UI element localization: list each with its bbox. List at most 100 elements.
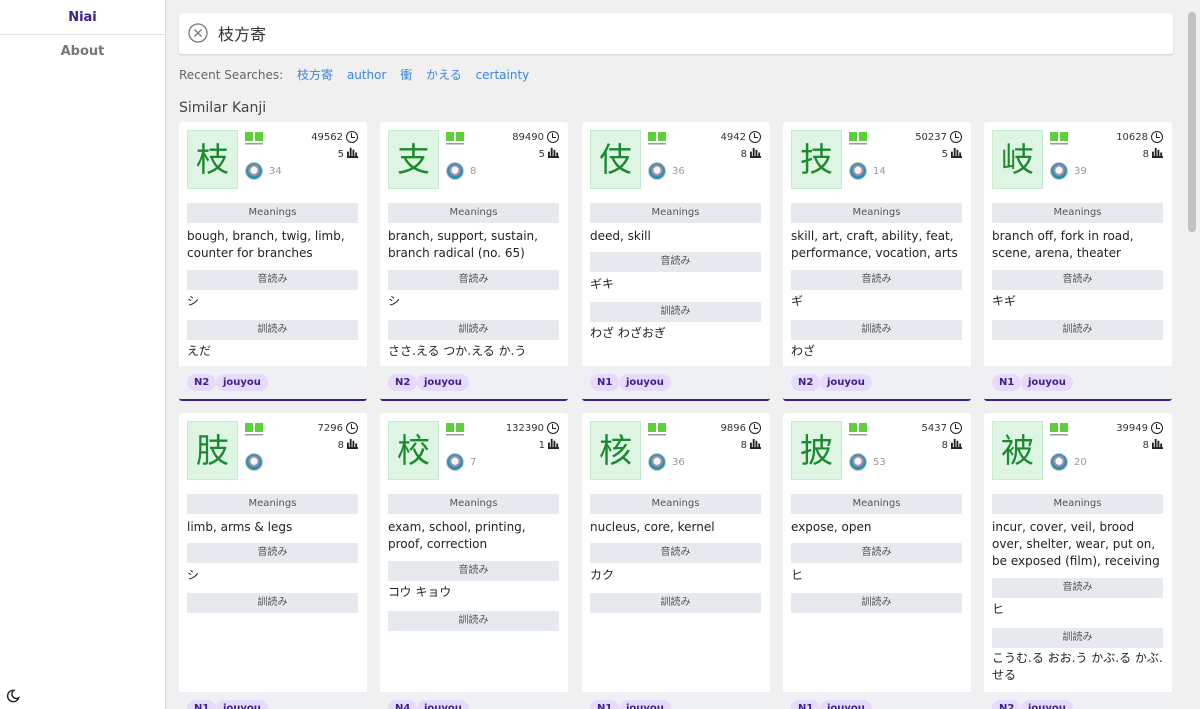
onyomi-text: コウ キョウ [388,585,452,599]
dictionary-book-icon[interactable] [446,422,464,436]
kanji-character[interactable]: 肢 [187,421,238,480]
jlpt-badge[interactable]: N1 [590,374,620,391]
recent-search-link[interactable]: 枝方寄 [297,68,333,82]
jlpt-badge[interactable]: N2 [992,700,1022,709]
dictionary-book-icon[interactable] [648,422,666,436]
clock-icon [1151,131,1163,143]
jouyou-badge[interactable]: jouyou [417,374,469,391]
kanji-card[interactable]: 校 7 132390 1 Meanings exam, school, printing,… [380,413,568,709]
kanji-character[interactable]: 伎 [590,130,641,189]
kanji-character[interactable]: 岐 [992,130,1043,189]
kanji-card[interactable]: 支 8 89490 5 Meanings branch, support, sustain… [380,122,568,401]
kanji-character[interactable]: 被 [992,421,1043,480]
search-input[interactable] [218,21,1118,45]
frequency-value: 7296 [317,422,343,434]
dictionary-book-icon[interactable] [245,131,263,145]
jouyou-badge[interactable]: jouyou [216,374,268,391]
scrollbar[interactable] [1184,0,1200,709]
card-tags: N2 jouyou [783,366,971,399]
jlpt-badge[interactable]: N2 [791,374,821,391]
jouyou-badge[interactable]: jouyou [619,374,671,391]
main-content: Recent Searches: 枝方寄 author 衝 かえる certai… [166,0,1184,709]
meanings-text: skill, art, craft, ability, feat, perfor… [791,229,958,260]
dictionary-book-icon[interactable] [1050,422,1068,436]
meanings-text: exam, school, printing, proof, correctio… [388,520,526,551]
recent-search-link[interactable]: author [347,68,387,82]
meanings-text: branch off, fork in road, scene, arena, … [992,229,1134,260]
kanji-card[interactable]: 披 53 5437 8 Meanings expose, open 音読みヒ訓読み N1 jou… [783,413,971,709]
clock-icon [950,422,962,434]
onyomi-header: 音読み [187,543,358,563]
section-title: Similar Kanji [179,100,267,116]
meanings-header: Meanings [187,494,358,514]
jlpt-badge[interactable]: N1 [992,374,1022,391]
jlpt-badge[interactable]: N1 [791,700,821,709]
stroke-count: 5 [338,147,358,161]
kunyomi-text: ささ.える つか.える か.う [388,344,527,358]
kanji-card[interactable]: 岐 39 10628 8 Meanings branch off, fork in roa… [984,122,1172,401]
stroke-count-value: 8 [941,439,948,451]
avatar [849,162,867,180]
stroke-count-value: 8 [1142,148,1149,160]
dictionary-book-icon[interactable] [446,131,464,145]
jlpt-badge[interactable]: N4 [388,700,418,709]
dictionary-book-icon[interactable] [648,131,666,145]
brand-link[interactable]: Niai [0,0,165,35]
kunyomi-header: 訓読み [992,628,1163,648]
stroke-count: 8 [741,438,761,452]
kanji-character[interactable]: 核 [590,421,641,480]
dictionary-book-icon[interactable] [245,422,263,436]
onyomi-header: 音読み [992,270,1163,290]
frequency-rank: 9896 [721,422,761,434]
recent-search-link[interactable]: かえる [426,68,462,82]
search-bar [179,13,1173,54]
recent-search-link[interactable]: certainty [476,68,530,82]
kanji-character[interactable]: 技 [791,130,842,189]
jlpt-badge[interactable]: N2 [388,374,418,391]
jouyou-badge[interactable]: jouyou [1021,374,1073,391]
kanji-card[interactable]: 核 36 9896 8 Meanings nucleus, core, kernel 音読み… [582,413,770,709]
jouyou-badge[interactable]: jouyou [417,700,469,709]
kanji-card[interactable]: 技 14 50237 5 Meanings skill, art, craft, abil… [783,122,971,401]
stroke-count-value: 5 [337,148,344,160]
kanji-card[interactable]: 枝 34 49562 5 Meanings bough, branch, twig, li… [179,122,367,401]
jlpt-badge[interactable]: N1 [590,700,620,709]
kanji-card[interactable]: 肢 7296 8 Meanings limb, arms & legs 音読みシ訓読み N1… [179,413,367,709]
grade-count: 39 [1074,166,1087,177]
dictionary-book-icon[interactable] [849,422,867,436]
stroke-order-icon [951,147,962,161]
jlpt-badge[interactable]: N2 [187,374,217,391]
jlpt-badge[interactable]: N1 [187,700,217,709]
recent-search-link[interactable]: 衝 [400,68,412,82]
kanji-card[interactable]: 被 20 39949 8 Meanings incur, cover, veil, bro… [984,413,1172,709]
dictionary-book-icon[interactable] [849,131,867,145]
theme-toggle-icon[interactable] [6,689,20,703]
nav-about-link[interactable]: About [0,35,165,69]
jouyou-badge[interactable]: jouyou [619,700,671,709]
avatar [1050,453,1068,471]
frequency-rank: 132390 [506,422,559,434]
jouyou-badge[interactable]: jouyou [216,700,268,709]
meanings-text: nucleus, core, kernel [590,520,715,534]
card-tags: N1 jouyou [783,692,971,709]
stroke-order-icon [548,438,559,452]
meanings-header: Meanings [388,203,559,223]
clear-search-icon[interactable] [188,23,208,43]
dictionary-book-icon[interactable] [1050,131,1068,145]
kanji-character[interactable]: 支 [388,130,439,189]
scroll-thumb[interactable] [1188,12,1196,232]
kanji-character[interactable]: 校 [388,421,439,480]
jouyou-badge[interactable]: jouyou [820,374,872,391]
jouyou-badge[interactable]: jouyou [820,700,872,709]
kunyomi-text: わざ [791,344,816,358]
stroke-count: 8 [1143,147,1163,161]
kanji-card[interactable]: 伎 36 4942 8 Meanings deed, skill 音読み ギキ 訓読み わざ わざ… [582,122,770,401]
jouyou-badge[interactable]: jouyou [1021,700,1073,709]
kanji-character[interactable]: 枝 [187,130,238,189]
meanings-header: Meanings [992,494,1163,514]
kanji-character[interactable]: 披 [791,421,842,480]
recent-searches-label: Recent Searches: [179,68,284,82]
avatar [446,453,464,471]
onyomi-text: ギキ [590,277,615,291]
stroke-count-value: 5 [538,148,545,160]
